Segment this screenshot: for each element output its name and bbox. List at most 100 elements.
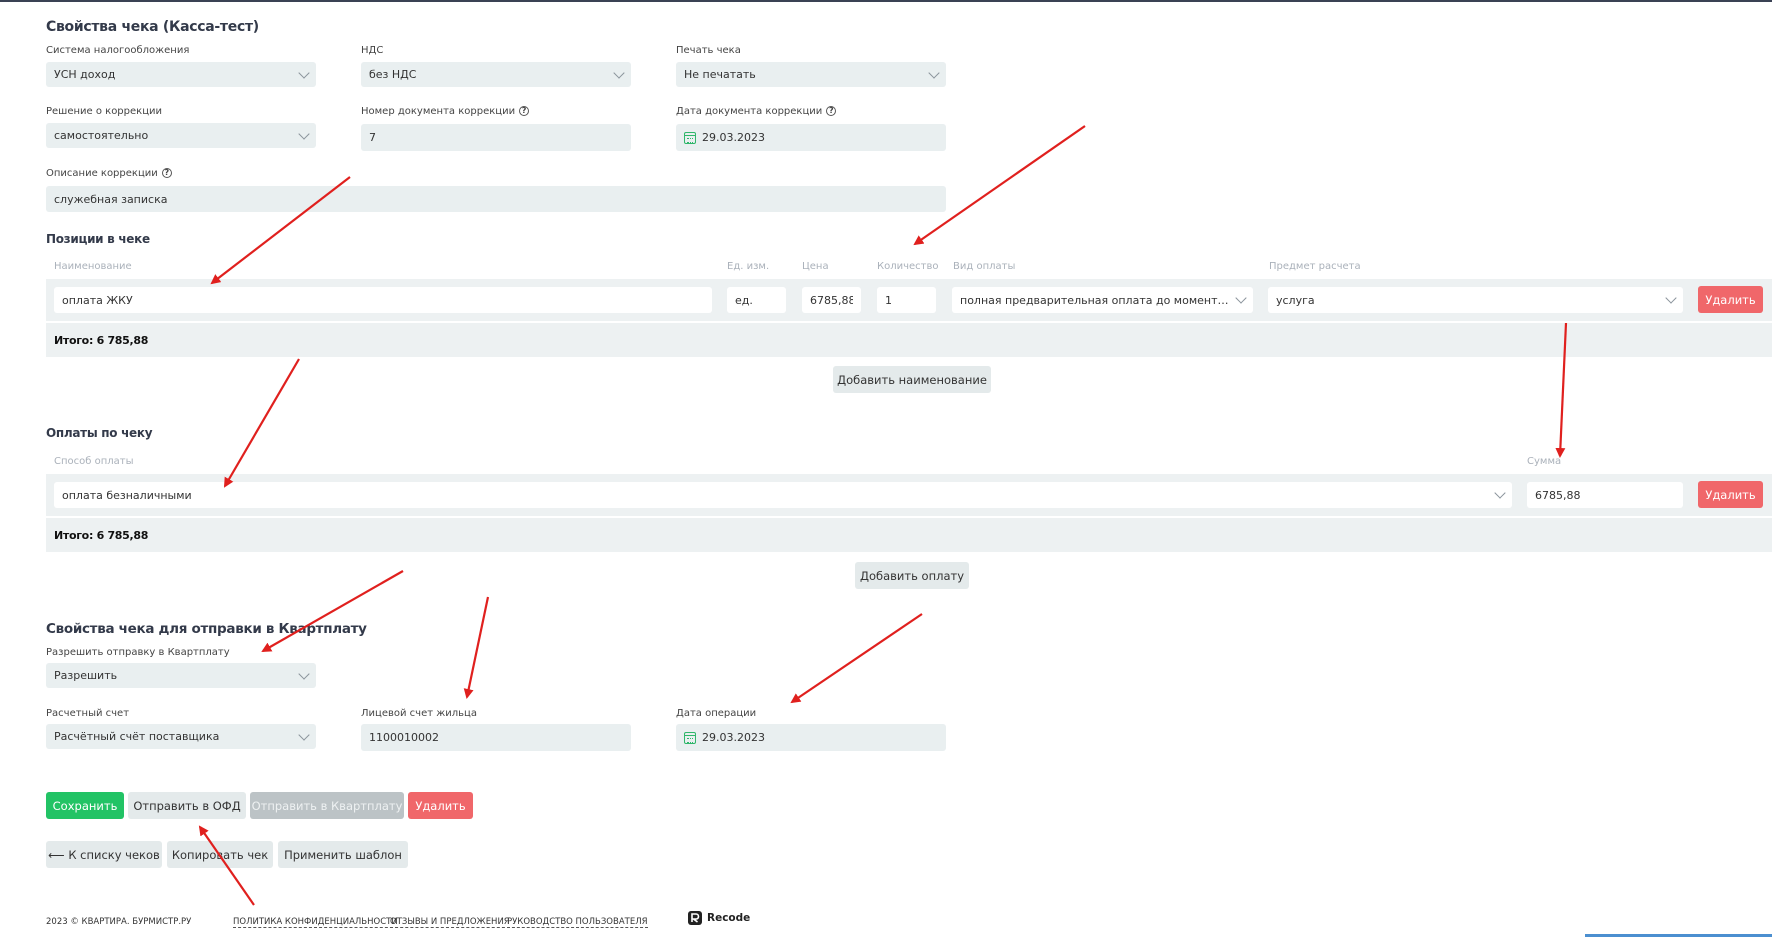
payment-delete-button[interactable]: Удалить: [1698, 481, 1763, 508]
col-quantity-header: Количество: [877, 261, 939, 272]
correction-doc-number-input[interactable]: 7: [361, 124, 631, 151]
feedback-link[interactable]: ОТЗЫВЫ И ПРЕДЛОЖЕНИЯ: [390, 917, 510, 928]
annotation-arrow: [790, 613, 923, 704]
col-unit-header: Ед. изм.: [727, 261, 770, 272]
payment-amount-input[interactable]: 6785,88: [1527, 482, 1683, 508]
recode-logo-icon: [688, 911, 702, 925]
vat-value: без НДС: [369, 68, 417, 81]
print-receipt-label: Печать чека: [676, 45, 741, 56]
position-name-value: оплата ЖКУ: [62, 293, 133, 307]
position-price-input[interactable]: 6785,88: [802, 287, 861, 313]
kvartplata-title: Свойства чека для отправки в Квартплату: [46, 621, 367, 637]
chevron-down-icon: [1494, 487, 1506, 499]
correction-description-input[interactable]: служебная записка: [46, 186, 946, 212]
operation-date-label: Дата операции: [676, 708, 757, 719]
position-unit-value: ед.: [735, 293, 753, 307]
tax-system-select[interactable]: УСН доход: [46, 62, 316, 87]
correction-doc-number-value: 7: [369, 131, 376, 144]
payments-total-bar: [46, 518, 1772, 552]
position-delete-button[interactable]: Удалить: [1698, 286, 1763, 313]
add-payment-button[interactable]: Добавить оплату: [855, 562, 969, 589]
recode-brand[interactable]: Recode: [687, 910, 750, 926]
position-quantity-input[interactable]: 1: [877, 287, 936, 313]
position-name-input[interactable]: оплата ЖКУ: [54, 287, 712, 313]
payments-total: Итого: 6 785,88: [54, 529, 149, 542]
correction-description-label: Описание коррекции?: [46, 168, 172, 179]
top-border: [0, 0, 1772, 2]
send-kvartplata-button[interactable]: Отправить в Квартплату: [250, 792, 404, 819]
calendar-icon[interactable]: [684, 731, 696, 744]
calendar-icon[interactable]: [684, 131, 696, 144]
payments-title: Оплаты по чеку: [46, 426, 153, 440]
allow-send-label: Разрешить отправку в Квартплату: [46, 647, 230, 658]
correction-doc-date-label: Дата документа коррекции?: [676, 106, 837, 117]
vat-select[interactable]: без НДС: [361, 62, 631, 87]
correction-doc-date-input[interactable]: 29.03.2023: [676, 124, 946, 151]
allow-send-select[interactable]: Разрешить: [46, 663, 316, 688]
correction-doc-date-value: 29.03.2023: [702, 131, 765, 144]
position-subject-value: услуга: [1276, 293, 1315, 307]
position-quantity-value: 1: [885, 293, 892, 307]
chevron-down-icon: [613, 66, 625, 79]
settlement-account-value: Расчётный счёт поставщика: [54, 730, 220, 743]
payment-method-value: оплата безналичными: [62, 488, 192, 502]
payment-amount-value: 6785,88: [1535, 488, 1581, 502]
col-payment-type-header: Вид оплаты: [953, 261, 1016, 272]
chevron-down-icon: [298, 667, 310, 680]
personal-account-label: Лицевой счет жильца: [361, 708, 477, 719]
tax-system-value: УСН доход: [54, 68, 116, 81]
help-icon[interactable]: ?: [519, 106, 530, 116]
position-price-value: 6785,88: [810, 293, 853, 307]
correction-doc-number-label-text: Номер документа коррекции: [361, 106, 516, 117]
help-icon[interactable]: ?: [161, 168, 172, 178]
settlement-account-select[interactable]: Расчётный счёт поставщика: [46, 724, 316, 749]
footer-copyright: 2023 © КВАРТИРА. БУРМИСТР.РУ: [46, 917, 192, 927]
position-subject-select[interactable]: услуга: [1268, 287, 1683, 313]
annotation-arrow: [261, 570, 404, 652]
allow-send-value: Разрешить: [54, 669, 118, 682]
payment-method-select[interactable]: оплата безналичными: [54, 482, 1512, 508]
chevron-down-icon: [1665, 292, 1677, 304]
operation-date-input[interactable]: 29.03.2023: [676, 724, 946, 751]
positions-title: Позиции в чеке: [46, 232, 150, 246]
position-payment-type-select[interactable]: полная предварительная оплата до момента…: [952, 287, 1253, 313]
correction-description-value: служебная записка: [54, 192, 168, 206]
help-icon[interactable]: ?: [826, 106, 837, 116]
col-amount-header: Сумма: [1527, 456, 1562, 467]
chevron-down-icon: [298, 127, 310, 140]
correction-decision-value: самостоятельно: [54, 129, 149, 142]
chevron-down-icon: [928, 66, 940, 79]
recode-brand-label: Recode: [707, 912, 751, 924]
send-ofd-button[interactable]: Отправить в ОФД: [128, 792, 246, 819]
correction-doc-date-label-text: Дата документа коррекции: [676, 106, 823, 117]
chevron-down-icon: [1235, 292, 1247, 304]
position-payment-type-value: полная предварительная оплата до момента…: [960, 293, 1231, 307]
receipt-props-title: Свойства чека (Касса-тест): [46, 19, 259, 35]
col-price-header: Цена: [802, 261, 829, 272]
user-guide-link[interactable]: РУКОВОДСТВО ПОЛЬЗОВАТЕЛЯ: [507, 917, 648, 928]
correction-decision-select[interactable]: самостоятельно: [46, 123, 316, 148]
position-unit-input[interactable]: ед.: [727, 287, 786, 313]
personal-account-value: 1100010002: [369, 731, 439, 744]
print-receipt-value: Не печатать: [684, 68, 756, 81]
settlement-account-label: Расчетный счет: [46, 708, 130, 719]
add-position-button[interactable]: Добавить наименование: [833, 366, 991, 393]
save-button[interactable]: Сохранить: [46, 792, 124, 819]
operation-date-value: 29.03.2023: [702, 731, 765, 744]
tax-system-label: Система налогообложения: [46, 45, 190, 56]
back-to-list-button[interactable]: ⟵ К списку чеков: [46, 841, 162, 868]
delete-receipt-button[interactable]: Удалить: [408, 792, 473, 819]
print-receipt-select[interactable]: Не печатать: [676, 62, 946, 87]
chevron-down-icon: [298, 728, 310, 741]
correction-decision-label: Решение о коррекции: [46, 106, 163, 117]
apply-template-button[interactable]: Применить шаблон: [278, 841, 408, 868]
correction-doc-number-label: Номер документа коррекции?: [361, 106, 530, 117]
personal-account-input[interactable]: 1100010002: [361, 724, 631, 751]
col-subject-header: Предмет расчета: [1269, 261, 1361, 272]
annotation-arrow: [223, 358, 300, 488]
privacy-link[interactable]: ПОЛИТИКА КОНФИДЕНЦИАЛЬНОСТИ: [233, 917, 398, 928]
positions-total-bar: [46, 323, 1772, 357]
copy-receipt-button[interactable]: Копировать чек: [167, 841, 273, 868]
col-method-header: Способ оплаты: [54, 456, 134, 467]
positions-total: Итого: 6 785,88: [54, 334, 149, 347]
